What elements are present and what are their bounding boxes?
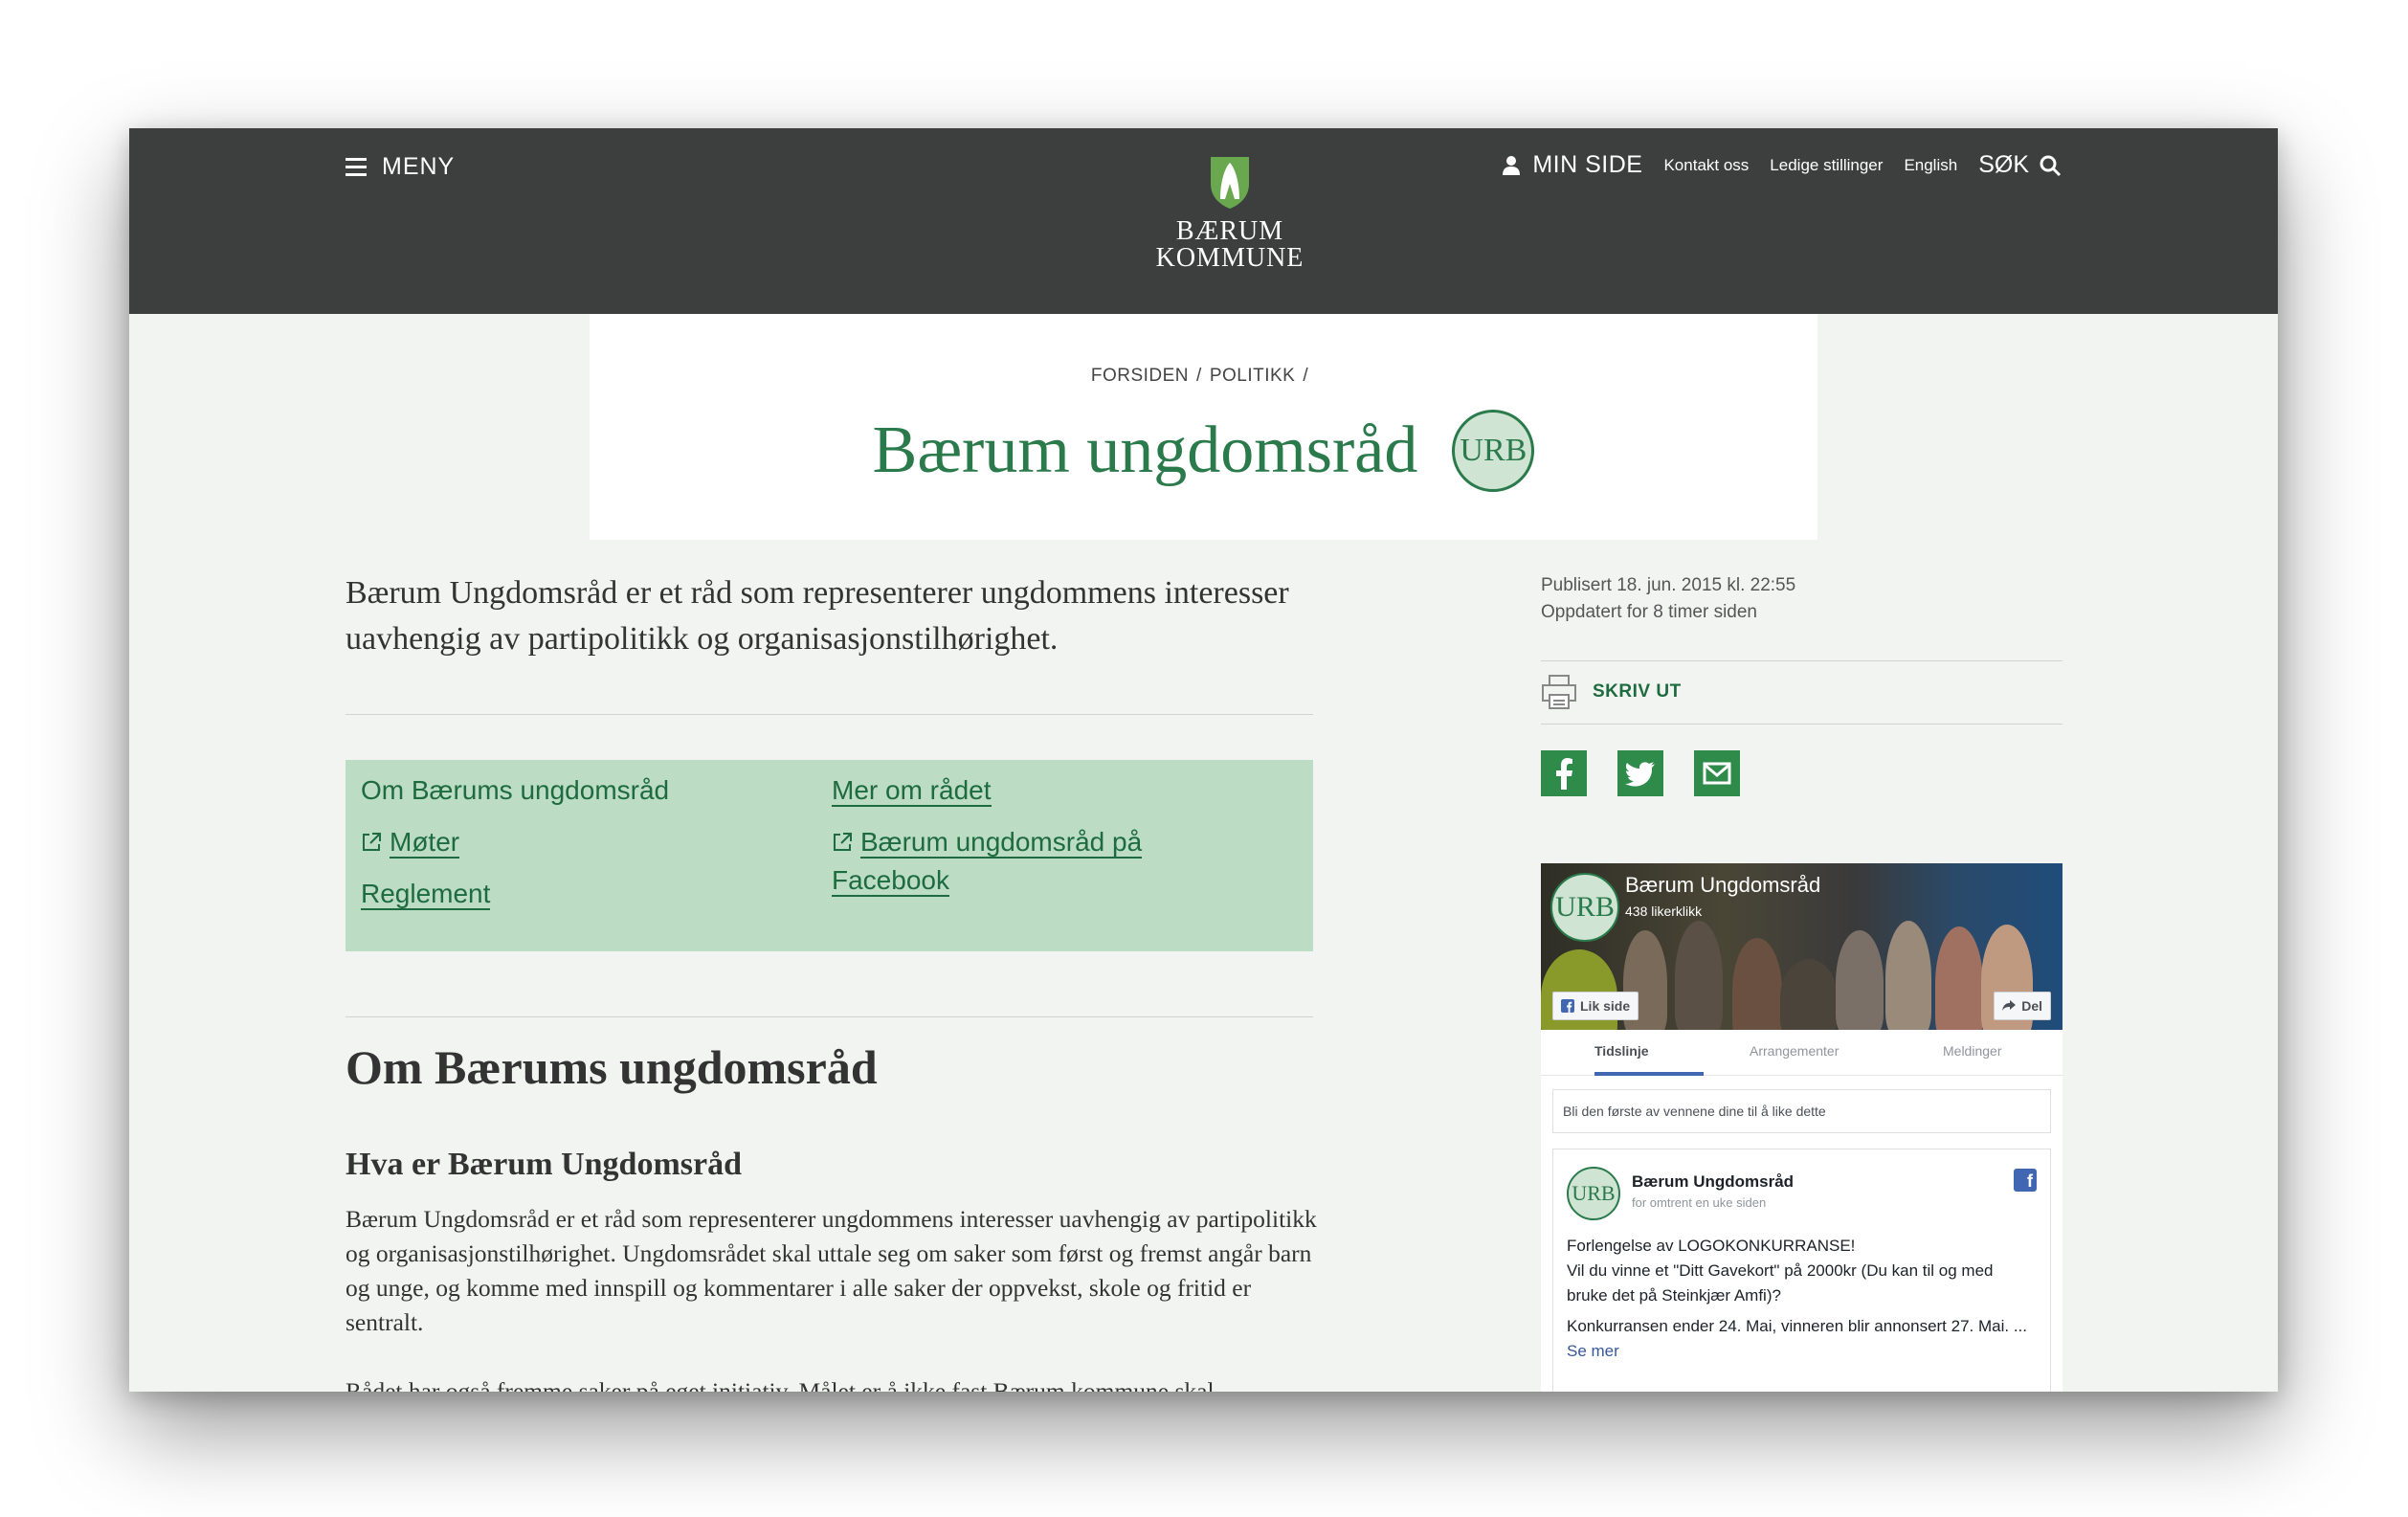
menu-button[interactable]: MENY xyxy=(346,153,455,181)
tab-tidslinje[interactable]: Tidslinje xyxy=(1594,1043,1649,1059)
page-title-row: Bærum ungdomsråd URB xyxy=(590,410,1817,492)
coat-of-arms-icon xyxy=(1211,157,1249,209)
breadcrumb-separator: / xyxy=(1303,366,1309,386)
link-label: Møter xyxy=(390,827,460,859)
logo-text-line2: KOMMUNE xyxy=(1155,243,1304,273)
title-block: FORSIDEN / POLITIKK / Bærum ungdomsråd URB xyxy=(590,314,1817,540)
print-button[interactable]: SKRIV UT xyxy=(1541,674,1682,710)
facebook-like-button[interactable]: Lik side xyxy=(1552,992,1639,1020)
search-icon xyxy=(2040,155,2062,176)
post-line: Forlengelse av LOGOKONKURRANSE! xyxy=(1567,1237,1856,1255)
print-label: SKRIV UT xyxy=(1593,681,1682,702)
divider xyxy=(1541,724,2062,725)
urb-logo: URB xyxy=(1452,410,1535,492)
link-label: Mer om rådet xyxy=(832,775,992,807)
body-paragraph: Bærum Ungdomsråd er et råd som represent… xyxy=(346,1205,1317,1336)
quick-links-box: Om Bærums ungdomsråd Møter Reglement Mer… xyxy=(346,760,1313,951)
min-side-label: MIN SIDE xyxy=(1532,151,1643,178)
breadcrumb-forsiden[interactable]: FORSIDEN xyxy=(1091,366,1189,386)
link-label: Reglement xyxy=(361,879,491,910)
link-moter[interactable]: Møter xyxy=(361,823,460,861)
external-link-icon xyxy=(834,833,852,851)
facebook-like-label: Lik side xyxy=(1580,998,1631,1014)
facebook-page-widget: URB Bærum Ungdomsråd 438 likerklikk Lik … xyxy=(1541,863,2062,1392)
see-more-link[interactable]: Se mer xyxy=(1567,1342,1619,1360)
link-label: Facebook xyxy=(832,865,949,897)
facebook-share-label: Del xyxy=(2021,998,2042,1014)
post-text: Forlengelse av LOGOKONKURRANSE! Vil du v… xyxy=(1567,1234,2036,1364)
logo-text-line1: BÆRUM xyxy=(1175,216,1284,246)
ledige-stillinger-link[interactable]: Ledige stillinger xyxy=(1770,156,1883,175)
facebook-like-count: 438 likerklikk xyxy=(1625,904,1703,919)
facebook-icon xyxy=(1561,999,1574,1013)
share-arrow-icon xyxy=(2002,1000,2017,1011)
sub-heading: Hva er Bærum Ungdomsråd xyxy=(346,1147,742,1182)
published-date: Publisert 18. jun. 2015 kl. 22:55 xyxy=(1541,575,1796,595)
divider xyxy=(1541,660,2062,661)
publish-meta: Publisert 18. jun. 2015 kl. 22:55 Oppdat… xyxy=(1541,572,1795,626)
breadcrumb-politikk[interactable]: POLITIKK xyxy=(1210,366,1296,386)
facebook-icon xyxy=(1556,758,1572,790)
link-om-baerums-ungdomsrad[interactable]: Om Bærums ungdomsråd xyxy=(361,771,669,810)
link-label: Bærum ungdomsråd på xyxy=(860,827,1143,859)
external-link-icon xyxy=(363,833,381,851)
kontakt-oss-link[interactable]: Kontakt oss xyxy=(1663,156,1749,175)
link-facebook[interactable]: Bærum ungdomsråd på Facebook xyxy=(832,823,1143,900)
top-navigation: MIN SIDE Kontakt oss Ledige stillinger E… xyxy=(1502,151,2062,179)
user-icon xyxy=(1503,155,1521,175)
page-title: Bærum ungdomsråd xyxy=(872,413,1418,487)
post-author[interactable]: Bærum Ungdomsråd xyxy=(1632,1172,1794,1192)
post-line: Konkurransen ender 24. Mai, vinneren bli… xyxy=(1567,1317,2027,1335)
site-header: MENY BÆRUM KOMMUNE MIN SIDE Kontakt oss … xyxy=(129,128,2278,314)
share-twitter-button[interactable] xyxy=(1617,750,1663,796)
tab-meldinger[interactable]: Meldinger xyxy=(1943,1043,2001,1059)
printer-icon xyxy=(1542,675,1576,709)
divider xyxy=(346,1016,1313,1017)
menu-label: MENY xyxy=(382,153,456,180)
facebook-logo-icon: f xyxy=(2014,1169,2037,1192)
link-reglement[interactable]: Reglement xyxy=(361,875,491,913)
facebook-page-avatar[interactable]: URB xyxy=(1550,873,1619,942)
share-facebook-button[interactable] xyxy=(1541,750,1587,796)
updated-date: Oppdatert for 8 timer siden xyxy=(1541,602,1757,622)
tab-arrangementer[interactable]: Arrangementer xyxy=(1750,1043,1839,1059)
intro-text: Bærum Ungdomsråd er et råd som represent… xyxy=(346,575,1289,657)
active-tab-indicator xyxy=(1594,1072,1704,1076)
email-icon xyxy=(1703,762,1731,785)
facebook-friends-prompt: Bli den første av vennene dine til å lik… xyxy=(1552,1089,2051,1133)
link-label: Om Bærums ungdomsråd xyxy=(361,775,670,805)
hamburger-icon xyxy=(346,157,367,177)
facebook-post: URB Bærum Ungdomsråd for omtrent en uke … xyxy=(1552,1149,2051,1392)
section-heading: Om Bærums ungdomsråd xyxy=(346,1040,878,1094)
english-link[interactable]: English xyxy=(1904,156,1957,175)
facebook-share-button[interactable]: Del xyxy=(1994,992,2051,1020)
post-avatar[interactable]: URB xyxy=(1567,1167,1620,1220)
post-time[interactable]: for omtrent en uke siden xyxy=(1632,1195,1766,1210)
body-paragraph-cut: Rådet har også fremme saker på eget init… xyxy=(346,1377,1215,1392)
search-label: SØK xyxy=(1978,151,2029,178)
search-button[interactable]: SØK xyxy=(1978,151,2062,179)
min-side-link[interactable]: MIN SIDE xyxy=(1502,151,1642,179)
facebook-tabs: Tidslinje Arrangementer Meldinger xyxy=(1541,1030,2062,1076)
facebook-page-name[interactable]: Bærum Ungdomsråd xyxy=(1625,873,1820,898)
breadcrumb-separator: / xyxy=(1196,366,1202,386)
twitter-icon xyxy=(1625,762,1655,787)
breadcrumb: FORSIDEN / POLITIKK / xyxy=(590,366,1817,387)
share-email-button[interactable] xyxy=(1694,750,1740,796)
divider xyxy=(346,714,1313,715)
link-mer-om-radet[interactable]: Mer om rådet xyxy=(832,771,992,810)
facebook-cover-photo: URB Bærum Ungdomsråd 438 likerklikk Lik … xyxy=(1541,863,2062,1030)
browser-page: MENY BÆRUM KOMMUNE MIN SIDE Kontakt oss … xyxy=(129,128,2278,1392)
post-line: Vil du vinne et "Ditt Gavekort" på 2000k… xyxy=(1567,1261,1994,1305)
site-logo[interactable]: BÆRUM KOMMUNE xyxy=(1129,155,1330,272)
